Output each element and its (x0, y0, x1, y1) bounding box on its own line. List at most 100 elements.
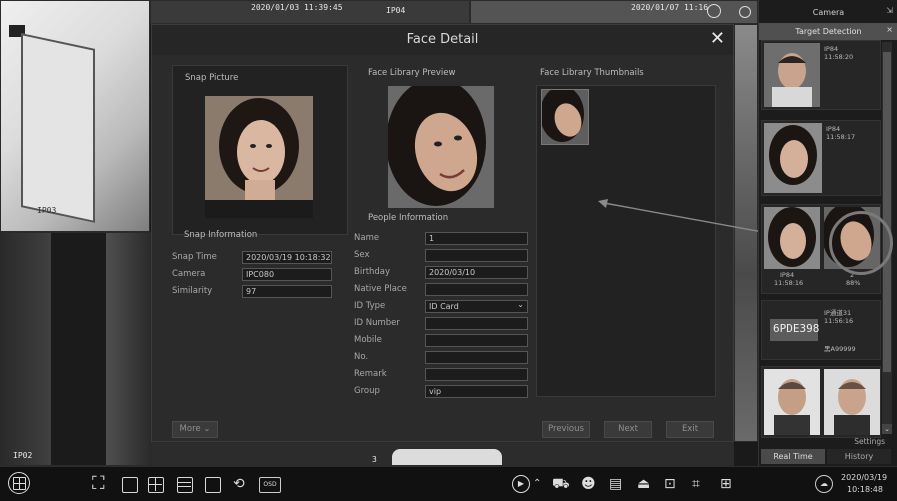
card-time: 11:56:16 (824, 317, 854, 325)
snap-photo (205, 96, 313, 218)
snap-information-title: Snap Information (184, 230, 258, 240)
camera-cell-bottom[interactable]: 3 (151, 442, 734, 466)
image-icon[interactable] (205, 477, 221, 493)
face-detection-icon[interactable]: ☻ (581, 474, 596, 494)
people-info-field[interactable] (425, 334, 528, 347)
camera-cell-ip04[interactable]: 2020/01/03 11:39:45 IP04 (150, 0, 470, 24)
card-time: 11:58:20 (824, 53, 854, 61)
previous-button[interactable]: Previous (542, 421, 590, 438)
people-info-field[interactable]: 1 (425, 232, 528, 245)
start-menu-icon[interactable] (8, 472, 30, 494)
camera-number: 3 (372, 455, 377, 464)
detection-card[interactable]: IP84 11:58:17 (761, 120, 881, 196)
people-info-label: Name (354, 233, 380, 243)
people-info-value: vip (429, 387, 442, 396)
chevron-down-icon: ⌄ (517, 300, 524, 309)
library-thumbnail[interactable] (541, 89, 589, 145)
card-time: 11:58:16 (774, 279, 804, 287)
history-tab[interactable]: History (827, 449, 891, 464)
face-thumbnail (764, 123, 822, 193)
next-button[interactable]: Next (604, 421, 652, 438)
scrollbar-thumb[interactable] (883, 52, 891, 372)
alarm-icon[interactable]: ⏏ (637, 474, 650, 494)
people-info-field[interactable] (425, 351, 528, 364)
vehicle-detection-icon[interactable]: ⛟ (552, 474, 570, 494)
door-shape (21, 33, 95, 223)
face-library-preview-title: Face Library Preview (368, 68, 456, 78)
layout-4-icon[interactable] (148, 477, 164, 493)
people-info-label: Birthday (354, 267, 391, 277)
detection-card[interactable] (761, 366, 881, 438)
card-time: 11:58:17 (826, 133, 856, 141)
real-time-tab[interactable]: Real Time (761, 449, 825, 464)
exit-button[interactable]: Exit (666, 421, 714, 438)
people-info-field[interactable] (425, 249, 528, 262)
record-icon (739, 6, 751, 18)
camera-cell-top-right[interactable]: 2020/01/07 11:16 (470, 0, 758, 24)
playback-icon[interactable]: ▤ (609, 474, 622, 494)
face-thumbnail (824, 369, 880, 435)
snap-info-value: 2020/03/19 10:18:32 (242, 251, 332, 264)
camera-cell-ip03[interactable]: IP03 (0, 0, 150, 232)
people-info-field[interactable]: vip (425, 385, 528, 398)
card-camera: IP84 (826, 125, 841, 133)
card-plate-number: 黑A99999 (824, 345, 856, 353)
snap-picture-panel: Snap Picture (172, 65, 348, 235)
elevator-door (51, 233, 106, 465)
dialog-title: Face Detail (152, 25, 733, 55)
refresh-icon[interactable]: ⟲ (233, 474, 245, 494)
layout-1-icon[interactable] (122, 477, 138, 493)
people-info-label: Mobile (354, 335, 382, 345)
scroll-down-icon[interactable]: ⌄ (882, 424, 892, 434)
vehicle-shape (392, 449, 502, 465)
close-icon[interactable]: × (886, 25, 893, 34)
fullscreen-icon[interactable]: ⛶ (92, 474, 105, 494)
detection-card-plate[interactable]: 6PDE398 IP通道31 11:56:16 黑A99999 (761, 300, 881, 360)
settings-link[interactable]: Settings (854, 437, 885, 446)
people-info-value: 1 (429, 234, 435, 243)
people-info-label: Native Place (354, 284, 407, 294)
people-info-field[interactable] (425, 368, 528, 381)
people-info-label: ID Type (354, 301, 386, 311)
detection-card[interactable]: IP84 11:58:20 (761, 40, 881, 110)
library-photo (388, 86, 494, 208)
monitor-icon[interactable]: ⊞ (720, 474, 732, 494)
toolbar-date: 2020/03/19 (841, 473, 888, 482)
people-info-field[interactable] (425, 317, 528, 330)
people-info-label: Sex (354, 250, 370, 260)
cloud-icon[interactable]: ☁ (815, 475, 833, 493)
close-icon[interactable]: ✕ (710, 29, 725, 49)
chevron-up-icon[interactable]: ⌃ (533, 474, 541, 494)
camera-tab[interactable]: Camera (759, 4, 897, 21)
bottom-toolbar: ⛶ ⟲ OSD ▶ ⌃ ⛟ ☻ ▤ ⏏ ⊡ ⌗ ⊞ ☁ 2020/03/19 1… (0, 466, 897, 501)
right-panel: Camera ⇲ Target Detection × ⌄ IP84 11:58… (758, 0, 897, 466)
people-info-field[interactable] (425, 283, 528, 296)
people-info-label: Remark (354, 369, 387, 379)
people-info-label: No. (354, 352, 369, 362)
face-thumbnail (764, 369, 820, 435)
osd-button[interactable]: OSD (259, 477, 281, 493)
people-info-field[interactable]: 2020/03/10 (425, 266, 528, 279)
id-type-select[interactable]: ID Card ⌄ (425, 300, 528, 313)
more-button[interactable]: More ⌄ (172, 421, 218, 438)
camera-name: IP02 (13, 451, 33, 460)
layout-9-icon[interactable] (177, 477, 193, 493)
snap-info-label: Similarity (172, 286, 213, 296)
snap-info-value: IPC080 (242, 268, 332, 281)
snap-info-value: 97 (242, 285, 332, 298)
camera-name: IP03 (37, 206, 57, 215)
camera-cell-ip02[interactable]: IP02 (0, 232, 151, 466)
network-icon[interactable]: ⌗ (692, 474, 700, 494)
card-camera: IP通道31 (824, 309, 852, 317)
export-icon[interactable]: ⇲ (886, 6, 893, 15)
play-icon[interactable]: ▶ (512, 475, 530, 493)
people-info-value: ID Card (429, 302, 459, 311)
info-icon[interactable]: ⊡ (664, 474, 676, 494)
people-information-title: People Information (368, 213, 449, 223)
card-camera: IP84 (824, 45, 839, 53)
face-thumbnail (764, 43, 820, 107)
target-detection-tab[interactable]: Target Detection (759, 23, 897, 40)
camera-timestamp: 2020/01/03 11:39:45 (251, 3, 343, 12)
snap-info-label: Camera (172, 269, 206, 279)
toolbar-time: 10:18:48 (847, 485, 883, 494)
